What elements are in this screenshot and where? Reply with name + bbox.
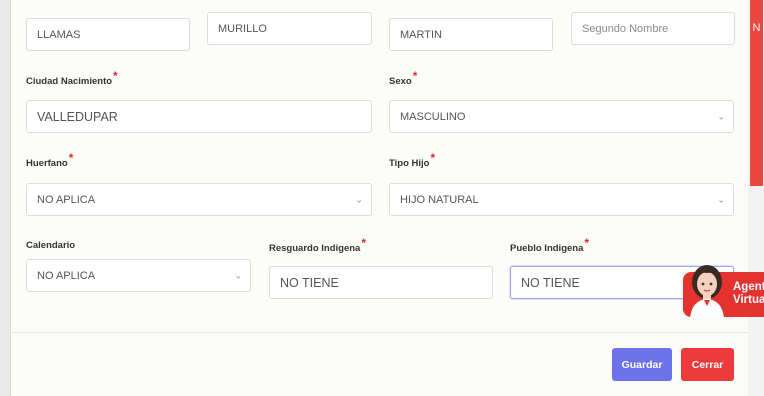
required-mark: *: [584, 236, 590, 250]
required-mark: *: [430, 151, 436, 165]
indigenous-reserve-label: Resguardo Indigena*: [269, 236, 366, 254]
chevron-down-icon: ⌄: [717, 194, 725, 204]
sex-label: Sexo*: [389, 69, 418, 87]
indigenous-reserve-value: NO TIENE: [280, 275, 339, 290]
chevron-down-icon: ⌄: [717, 111, 725, 121]
required-mark: *: [68, 151, 74, 165]
indigenous-people-label: Pueblo Indigena*: [510, 236, 590, 254]
birth-city-value: VALLEDUPAR: [37, 109, 118, 124]
orphan-value: NO APLICA: [37, 193, 96, 206]
calendar-value: NO APLICA: [37, 269, 96, 282]
orphan-label: Huerfano*: [26, 151, 74, 169]
close-button[interactable]: Cerrar: [681, 348, 734, 381]
second-name-placeholder: Segundo Nombre: [582, 23, 669, 35]
virtual-agent-label[interactable]: Agent Virtua: [733, 281, 764, 307]
required-mark: *: [113, 69, 118, 83]
sex-value: MASCULINO: [400, 110, 466, 123]
save-button[interactable]: Guardar: [612, 348, 672, 381]
footer-divider: [10, 332, 748, 333]
child-type-select[interactable]: HIJO NATURAL ⌄: [389, 183, 734, 216]
agent-avatar-icon: [690, 265, 724, 318]
indigenous-people-value: NO TIENE: [521, 275, 580, 290]
child-type-label: Tipo Hijo*: [389, 151, 436, 169]
child-type-value: HIJO NATURAL: [400, 193, 479, 206]
first-surname-value: LLAMAS: [37, 28, 81, 41]
calendar-select[interactable]: NO APLICA ⌄: [26, 259, 251, 292]
first-surname-input[interactable]: LLAMAS: [26, 18, 190, 51]
first-name-input[interactable]: MARTIN: [389, 18, 553, 51]
birth-city-label: Ciudad Nacimiento*: [26, 69, 118, 87]
first-name-value: MARTIN: [400, 28, 442, 41]
chevron-down-icon: ⌄: [355, 194, 363, 204]
required-mark: *: [361, 236, 366, 250]
second-surname-value: MURILLO: [218, 23, 267, 35]
second-name-input[interactable]: Segundo Nombre: [571, 12, 735, 45]
birth-city-input[interactable]: VALLEDUPAR: [26, 100, 372, 133]
second-surname-input[interactable]: MURILLO: [207, 12, 372, 45]
sex-select[interactable]: MASCULINO ⌄: [389, 100, 734, 133]
required-mark: *: [412, 69, 418, 83]
calendar-label: Calendario: [26, 240, 76, 251]
indigenous-reserve-input[interactable]: NO TIENE: [269, 266, 493, 299]
scrollbar-letter: N: [752, 22, 761, 34]
orphan-select[interactable]: NO APLICA ⌄: [26, 183, 372, 216]
chevron-down-icon: ⌄: [234, 270, 242, 280]
